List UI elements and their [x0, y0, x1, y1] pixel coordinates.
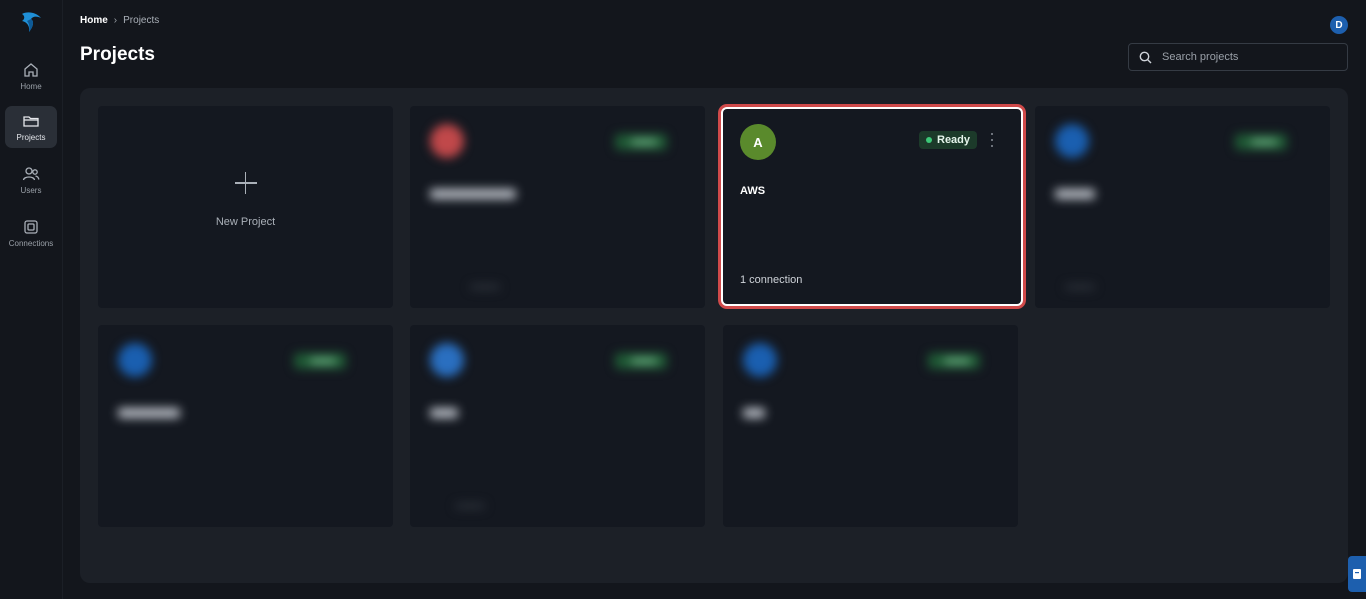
search-box[interactable] — [1128, 43, 1348, 71]
project-avatar — [1055, 124, 1089, 158]
project-avatar — [118, 343, 152, 377]
app-logo[interactable] — [19, 10, 43, 34]
status-badge — [615, 134, 667, 150]
users-icon — [22, 167, 40, 181]
folder-icon — [23, 116, 39, 127]
more-options-icon[interactable] — [988, 133, 996, 147]
search-input[interactable] — [1160, 50, 1334, 64]
project-name — [1055, 189, 1095, 199]
search-icon — [1139, 51, 1152, 63]
project-footer — [1065, 284, 1095, 290]
connection-count: 1 connection — [740, 274, 803, 286]
project-avatar: A — [740, 124, 776, 160]
home-icon — [24, 63, 38, 77]
sidebar-item-label: Connections — [8, 239, 54, 248]
user-avatar[interactable]: D — [1330, 16, 1348, 34]
status-badge: Ready — [919, 131, 978, 149]
project-avatar — [430, 124, 464, 158]
sidebar-item-label: Users — [20, 186, 42, 195]
project-card-aws[interactable]: A Ready AWS 1 connection — [719, 105, 1025, 308]
project-avatar — [743, 343, 777, 377]
project-card-blurred[interactable] — [98, 325, 393, 527]
sidebar-item-label: Projects — [16, 133, 46, 142]
breadcrumb-home[interactable]: Home — [80, 15, 108, 26]
connections-icon — [24, 220, 38, 234]
plus-icon — [234, 172, 257, 194]
blurred-content — [1035, 106, 1330, 308]
chevron-right-icon: › — [113, 15, 118, 26]
blurred-content — [410, 325, 705, 527]
project-footer — [470, 284, 500, 290]
sidebar-item-home[interactable]: Home — [5, 55, 57, 97]
blurred-content — [98, 325, 393, 527]
page-title: Projects — [80, 44, 155, 65]
project-card-blurred[interactable] — [410, 106, 705, 308]
project-card-blurred[interactable] — [723, 325, 1018, 527]
breadcrumb: Home › Projects — [80, 15, 159, 26]
status-badge — [928, 353, 980, 369]
sidebar-item-label: Home — [20, 82, 42, 91]
status-badge — [294, 353, 346, 369]
new-project-label: New Project — [215, 216, 276, 228]
sidebar-item-connections[interactable]: Connections — [5, 212, 57, 254]
new-project-card[interactable]: New Project — [98, 106, 393, 308]
status-badge — [1235, 134, 1287, 150]
project-name — [430, 408, 458, 418]
blurred-content — [410, 106, 705, 308]
blurred-content — [723, 325, 1018, 527]
status-badge — [615, 353, 667, 369]
sidebar: Home Projects Users Connections — [0, 0, 63, 599]
project-name — [743, 408, 765, 418]
project-name — [118, 408, 180, 418]
breadcrumb-current: Projects — [123, 15, 160, 26]
status-text: Ready — [937, 134, 971, 146]
project-name — [430, 189, 516, 199]
project-avatar — [430, 343, 464, 377]
project-card-blurred[interactable] — [1035, 106, 1330, 308]
sidebar-item-users[interactable]: Users — [5, 159, 57, 201]
status-dot-icon — [926, 137, 932, 143]
book-icon — [1353, 569, 1361, 579]
project-footer — [455, 503, 485, 509]
feedback-button[interactable] — [1348, 556, 1366, 592]
project-card-blurred[interactable] — [410, 325, 705, 527]
project-name: AWS — [740, 185, 766, 197]
sidebar-item-projects[interactable]: Projects — [5, 106, 57, 148]
